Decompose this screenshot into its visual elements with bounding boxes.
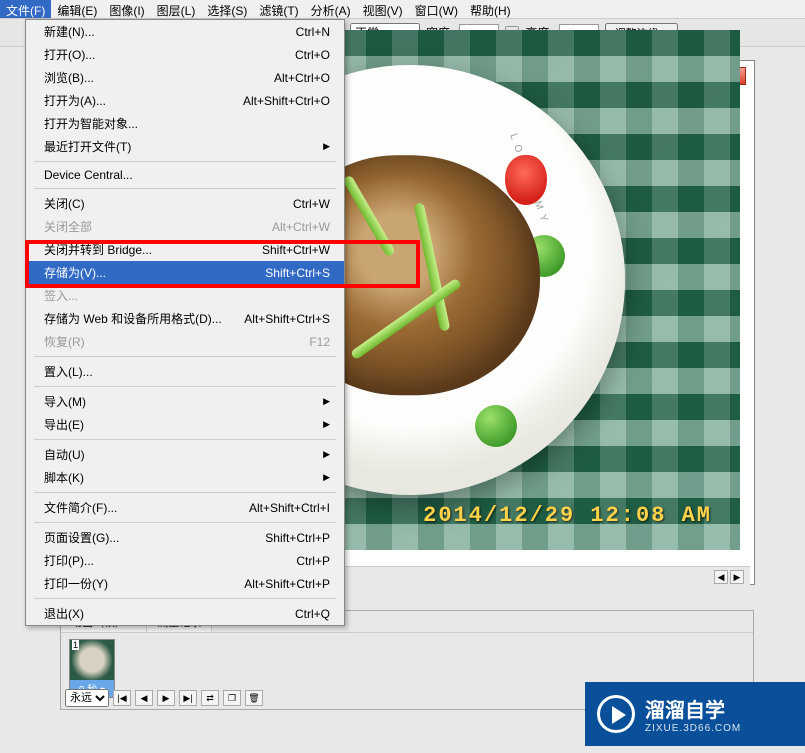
menu-separator bbox=[34, 356, 336, 357]
menu-image[interactable]: 图像(I) bbox=[103, 0, 150, 18]
menu-layer[interactable]: 图层(L) bbox=[151, 0, 202, 18]
menu-save-web[interactable]: 存储为 Web 和设备所用格式(D)...Alt+Shift+Ctrl+S bbox=[26, 307, 344, 330]
menu-window[interactable]: 窗口(W) bbox=[409, 0, 464, 18]
menu-close-bridge[interactable]: 关闭并转到 Bridge...Shift+Ctrl+W bbox=[26, 238, 344, 261]
menu-separator bbox=[34, 598, 336, 599]
menu-file[interactable]: 文件(F) bbox=[0, 0, 51, 18]
menu-device-central[interactable]: Device Central... bbox=[26, 165, 344, 185]
next-frame-icon[interactable]: ▶| bbox=[179, 690, 197, 706]
menu-close-all[interactable]: 关闭全部Alt+Ctrl+W bbox=[26, 215, 344, 238]
menu-open[interactable]: 打开(O)...Ctrl+O bbox=[26, 43, 344, 66]
play-icon bbox=[597, 695, 635, 733]
menu-save-as[interactable]: 存储为(V)...Shift+Ctrl+S bbox=[26, 261, 344, 284]
scroll-left-icon[interactable]: ◀ bbox=[714, 570, 728, 584]
menu-file-info[interactable]: 文件简介(F)...Alt+Shift+Ctrl+I bbox=[26, 496, 344, 519]
tween-icon[interactable]: ⇄ bbox=[201, 690, 219, 706]
play-icon[interactable]: ▶ bbox=[157, 690, 175, 706]
menu-separator bbox=[34, 188, 336, 189]
menu-separator bbox=[34, 439, 336, 440]
menu-check-in[interactable]: 签入... bbox=[26, 284, 344, 307]
menu-edit[interactable]: 编辑(E) bbox=[51, 0, 103, 18]
menu-separator bbox=[34, 492, 336, 493]
menu-place[interactable]: 置入(L)... bbox=[26, 360, 344, 383]
scroll-right-icon[interactable]: ▶ bbox=[730, 570, 744, 584]
menu-view[interactable]: 视图(V) bbox=[357, 0, 409, 18]
menu-separator bbox=[34, 161, 336, 162]
first-frame-icon[interactable]: |◀ bbox=[113, 690, 131, 706]
watermark-logo: 溜溜自学 ZIXUE.3D66.COM bbox=[585, 682, 805, 746]
menu-close[interactable]: 关闭(C)Ctrl+W bbox=[26, 192, 344, 215]
menu-separator bbox=[34, 522, 336, 523]
menu-new[interactable]: 新建(N)...Ctrl+N bbox=[26, 20, 344, 43]
menu-bar: 文件(F) 编辑(E) 图像(I) 图层(L) 选择(S) 滤镜(T) 分析(A… bbox=[0, 0, 805, 19]
menu-revert[interactable]: 恢复(R)F12 bbox=[26, 330, 344, 353]
menu-automate[interactable]: 自动(U)▶ bbox=[26, 443, 344, 466]
scroll-nav: ◀ ▶ bbox=[714, 570, 750, 584]
menu-open-smart[interactable]: 打开为智能对象... bbox=[26, 112, 344, 135]
menu-filter[interactable]: 滤镜(T) bbox=[253, 0, 304, 18]
delete-frame-icon[interactable]: 🗑 bbox=[245, 690, 263, 706]
menu-exit[interactable]: 退出(X)Ctrl+Q bbox=[26, 602, 344, 625]
loop-select[interactable]: 永远 bbox=[65, 689, 109, 707]
menu-print-one[interactable]: 打印一份(Y)Alt+Shift+Ctrl+P bbox=[26, 572, 344, 595]
prev-frame-icon[interactable]: ◀ bbox=[135, 690, 153, 706]
menu-export[interactable]: 导出(E)▶ bbox=[26, 413, 344, 436]
menu-print[interactable]: 打印(P)...Ctrl+P bbox=[26, 549, 344, 572]
photo-timestamp: 2014/12/29 12:08 AM bbox=[423, 503, 712, 528]
menu-open-as[interactable]: 打开为(A)...Alt+Shift+Ctrl+O bbox=[26, 89, 344, 112]
menu-recent[interactable]: 最近打开文件(T)▶ bbox=[26, 135, 344, 158]
frame-number: 1 bbox=[72, 640, 79, 650]
menu-scripts[interactable]: 脚本(K)▶ bbox=[26, 466, 344, 489]
menu-select[interactable]: 选择(S) bbox=[201, 0, 253, 18]
watermark-title: 溜溜自学 bbox=[645, 694, 741, 723]
menu-analysis[interactable]: 分析(A) bbox=[305, 0, 357, 18]
file-menu-dropdown: 新建(N)...Ctrl+N 打开(O)...Ctrl+O 浏览(B)...Al… bbox=[25, 19, 345, 626]
watermark-subtitle: ZIXUE.3D66.COM bbox=[645, 723, 741, 734]
animation-controls: 永远 |◀ ◀ ▶ ▶| ⇄ ❐ 🗑 bbox=[65, 689, 263, 707]
green-ball-decoration bbox=[475, 405, 517, 447]
strawberry-decoration bbox=[505, 155, 547, 205]
menu-browse[interactable]: 浏览(B)...Alt+Ctrl+O bbox=[26, 66, 344, 89]
menu-page-setup[interactable]: 页面设置(G)...Shift+Ctrl+P bbox=[26, 526, 344, 549]
duplicate-frame-icon[interactable]: ❐ bbox=[223, 690, 241, 706]
menu-help[interactable]: 帮助(H) bbox=[464, 0, 517, 18]
menu-import[interactable]: 导入(M)▶ bbox=[26, 390, 344, 413]
menu-separator bbox=[34, 386, 336, 387]
